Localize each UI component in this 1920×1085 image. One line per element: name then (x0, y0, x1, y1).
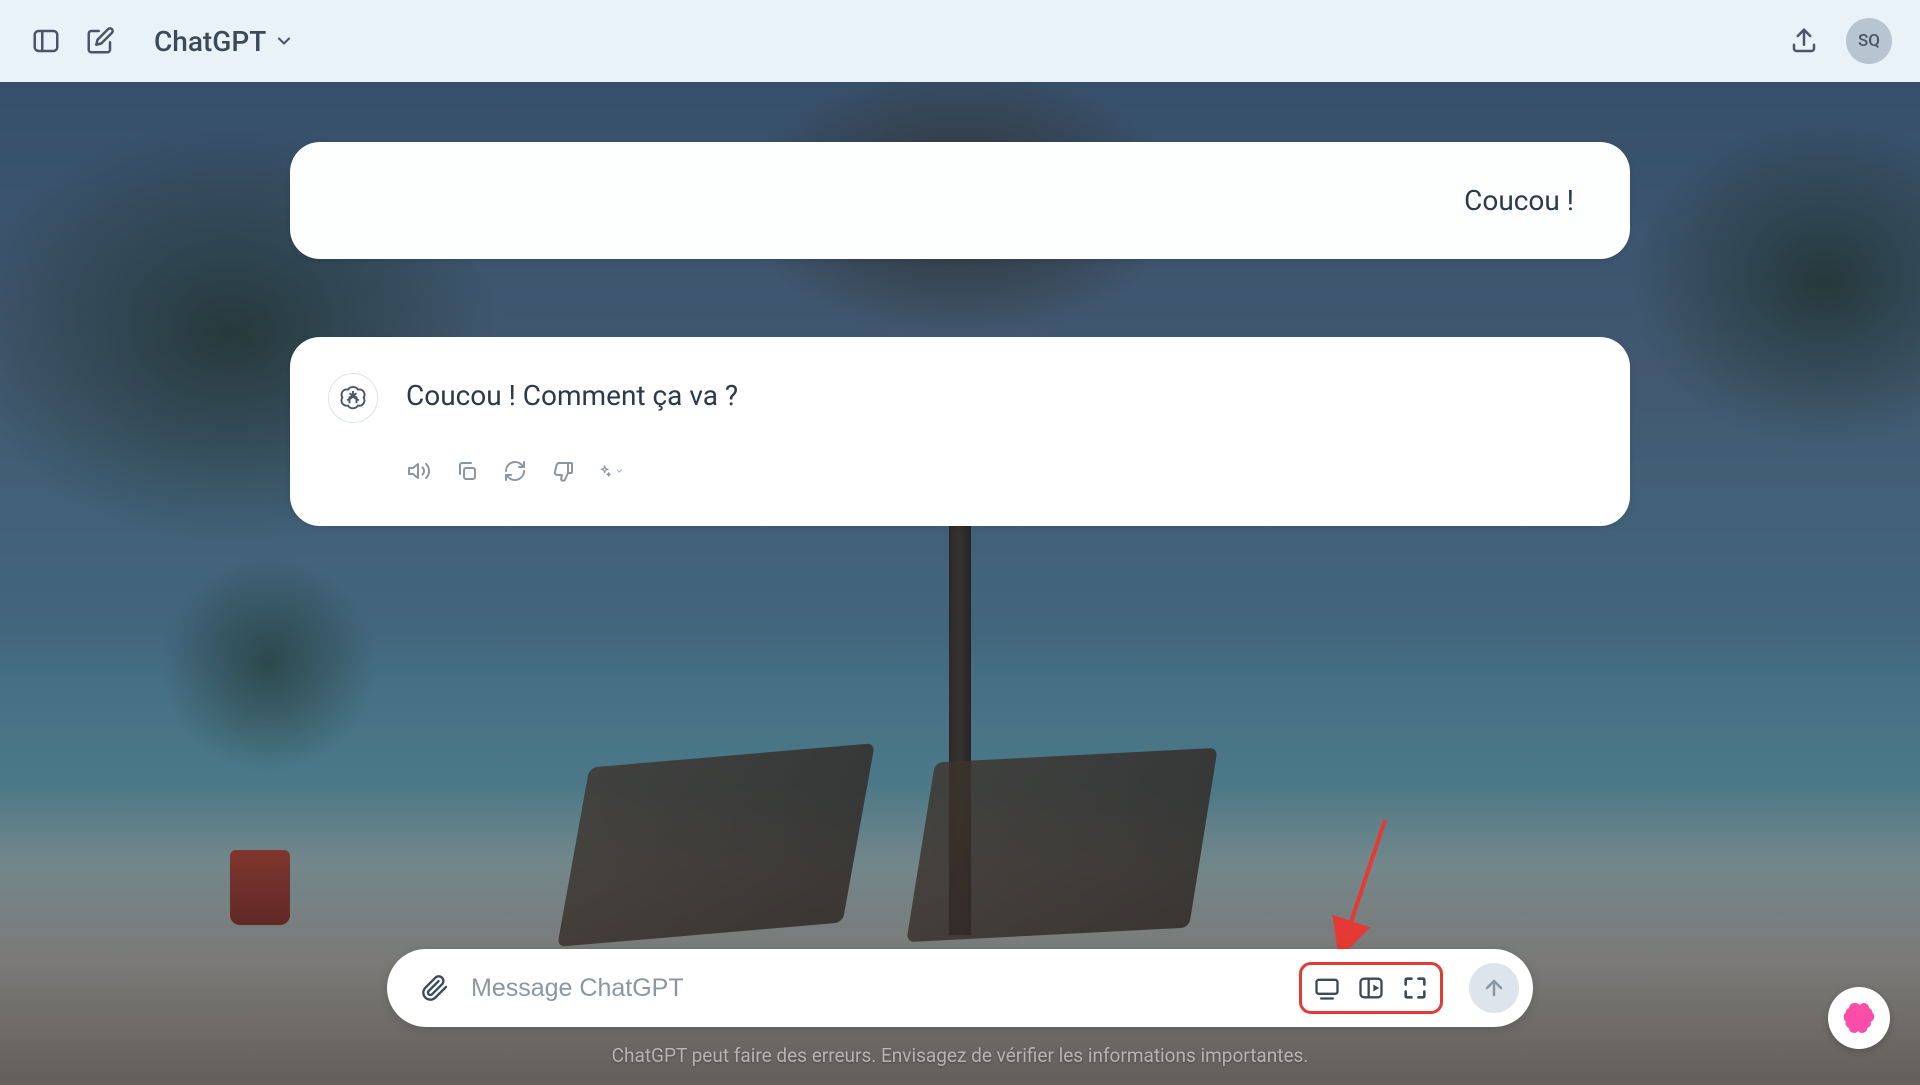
paperclip-icon (421, 974, 449, 1002)
screen-tool-button[interactable] (1312, 973, 1342, 1003)
arrow-up-icon (1482, 976, 1506, 1000)
panel-tool-button[interactable] (1356, 973, 1386, 1003)
chat-column: Coucou ! Coucou ! Comment ça va ? (290, 142, 1630, 526)
assistant-body: Coucou ! Comment ça va ? (406, 371, 738, 484)
app-header: ChatGPT SQ (0, 0, 1920, 82)
sidebar-icon (31, 26, 61, 56)
assistant-avatar (328, 373, 378, 423)
panel-play-icon (1357, 974, 1385, 1002)
bad-response-button[interactable] (550, 458, 576, 484)
main-area: Coucou ! Coucou ! Comment ça va ? (0, 82, 1920, 1085)
message-actions (406, 458, 738, 484)
assistant-message-bubble: Coucou ! Comment ça va ? (290, 337, 1630, 526)
user-message-text: Coucou ! (1464, 184, 1574, 217)
new-chat-button[interactable] (82, 23, 118, 59)
chevron-down-icon (274, 31, 294, 51)
speaker-icon (407, 459, 431, 483)
upload-icon (1789, 26, 1819, 56)
compose-icon (85, 26, 115, 56)
expand-icon (1401, 974, 1429, 1002)
avatar-initials: SQ (1858, 31, 1880, 51)
change-model-button[interactable] (598, 458, 624, 484)
message-input[interactable] (471, 974, 1281, 1003)
brain-icon (1839, 998, 1879, 1038)
highlighted-tools (1299, 962, 1443, 1014)
attach-button[interactable] (417, 970, 453, 1006)
copy-button[interactable] (454, 458, 480, 484)
read-aloud-button[interactable] (406, 458, 432, 484)
thumbs-down-icon (551, 459, 575, 483)
chatgpt-logo-icon (339, 384, 367, 412)
copy-icon (455, 459, 479, 483)
composer (387, 949, 1533, 1027)
monitor-icon (1313, 974, 1341, 1002)
header-right: SQ (1786, 18, 1892, 64)
share-button[interactable] (1786, 23, 1822, 59)
toggle-sidebar-button[interactable] (28, 23, 64, 59)
app-title: ChatGPT (154, 25, 266, 58)
expand-tool-button[interactable] (1400, 973, 1430, 1003)
send-button[interactable] (1469, 963, 1519, 1013)
user-message-bubble: Coucou ! (290, 142, 1630, 259)
refresh-icon (503, 459, 527, 483)
extension-badge[interactable] (1828, 987, 1890, 1049)
sparkle-icon (598, 460, 611, 482)
user-avatar[interactable]: SQ (1846, 18, 1892, 64)
assistant-message-text: Coucou ! Comment ça va ? (406, 371, 738, 412)
header-left: ChatGPT (28, 23, 294, 59)
disclaimer-text: ChatGPT peut faire des erreurs. Envisage… (612, 1044, 1309, 1067)
chevron-down-icon (615, 464, 624, 478)
model-selector[interactable]: ChatGPT (154, 25, 294, 58)
regenerate-button[interactable] (502, 458, 528, 484)
